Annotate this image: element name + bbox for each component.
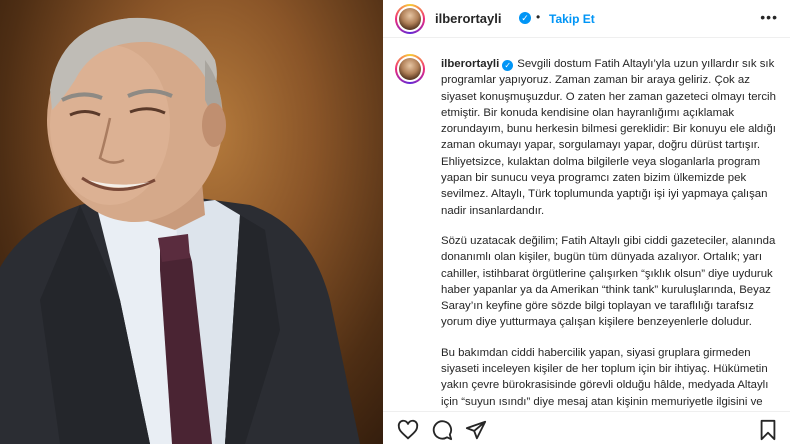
comment-icon[interactable] [431,419,453,441]
send-icon[interactable] [465,419,487,441]
caption-username[interactable]: ilberortayli [441,58,499,70]
caption-paragraph: Bu bakımdan ciddi habercilik yapan, siya… [441,346,769,408]
heart-icon[interactable] [397,419,419,441]
verified-badge-icon: ✓ [502,60,514,71]
caption-paragraph: ilberortayli ✓ Sevgili dostum Fatih Altayl… [441,58,776,217]
verified-badge-icon: ✓ [519,12,531,24]
separator-dot: • [536,10,541,24]
caption-scroll-area[interactable]: ilberortayli ✓ Sevgili dostum Fatih Altayl… [383,38,790,411]
caption-avatar[interactable] [395,54,425,84]
post-caption: ilberortayli ✓ Sevgili dostum Fatih Altayl… [441,56,781,411]
username-link[interactable]: ilberortayli [435,11,501,26]
post-photo[interactable] [0,0,383,444]
follow-button[interactable]: Takip Et [549,12,595,26]
post-header: ilberortayli ✓ • Takip Et ••• [383,0,790,37]
caption-paragraph: Sözü uzatacak değilim; Fatih Altaylı gib… [441,234,776,329]
post-details-panel: ilberortayli ✓ • Takip Et ••• ilberortay… [383,0,790,444]
more-options-button[interactable]: ••• [760,9,778,25]
action-bar [383,412,790,444]
avatar[interactable] [395,4,425,34]
portrait-illustration [0,17,360,444]
bookmark-icon[interactable] [757,419,779,441]
